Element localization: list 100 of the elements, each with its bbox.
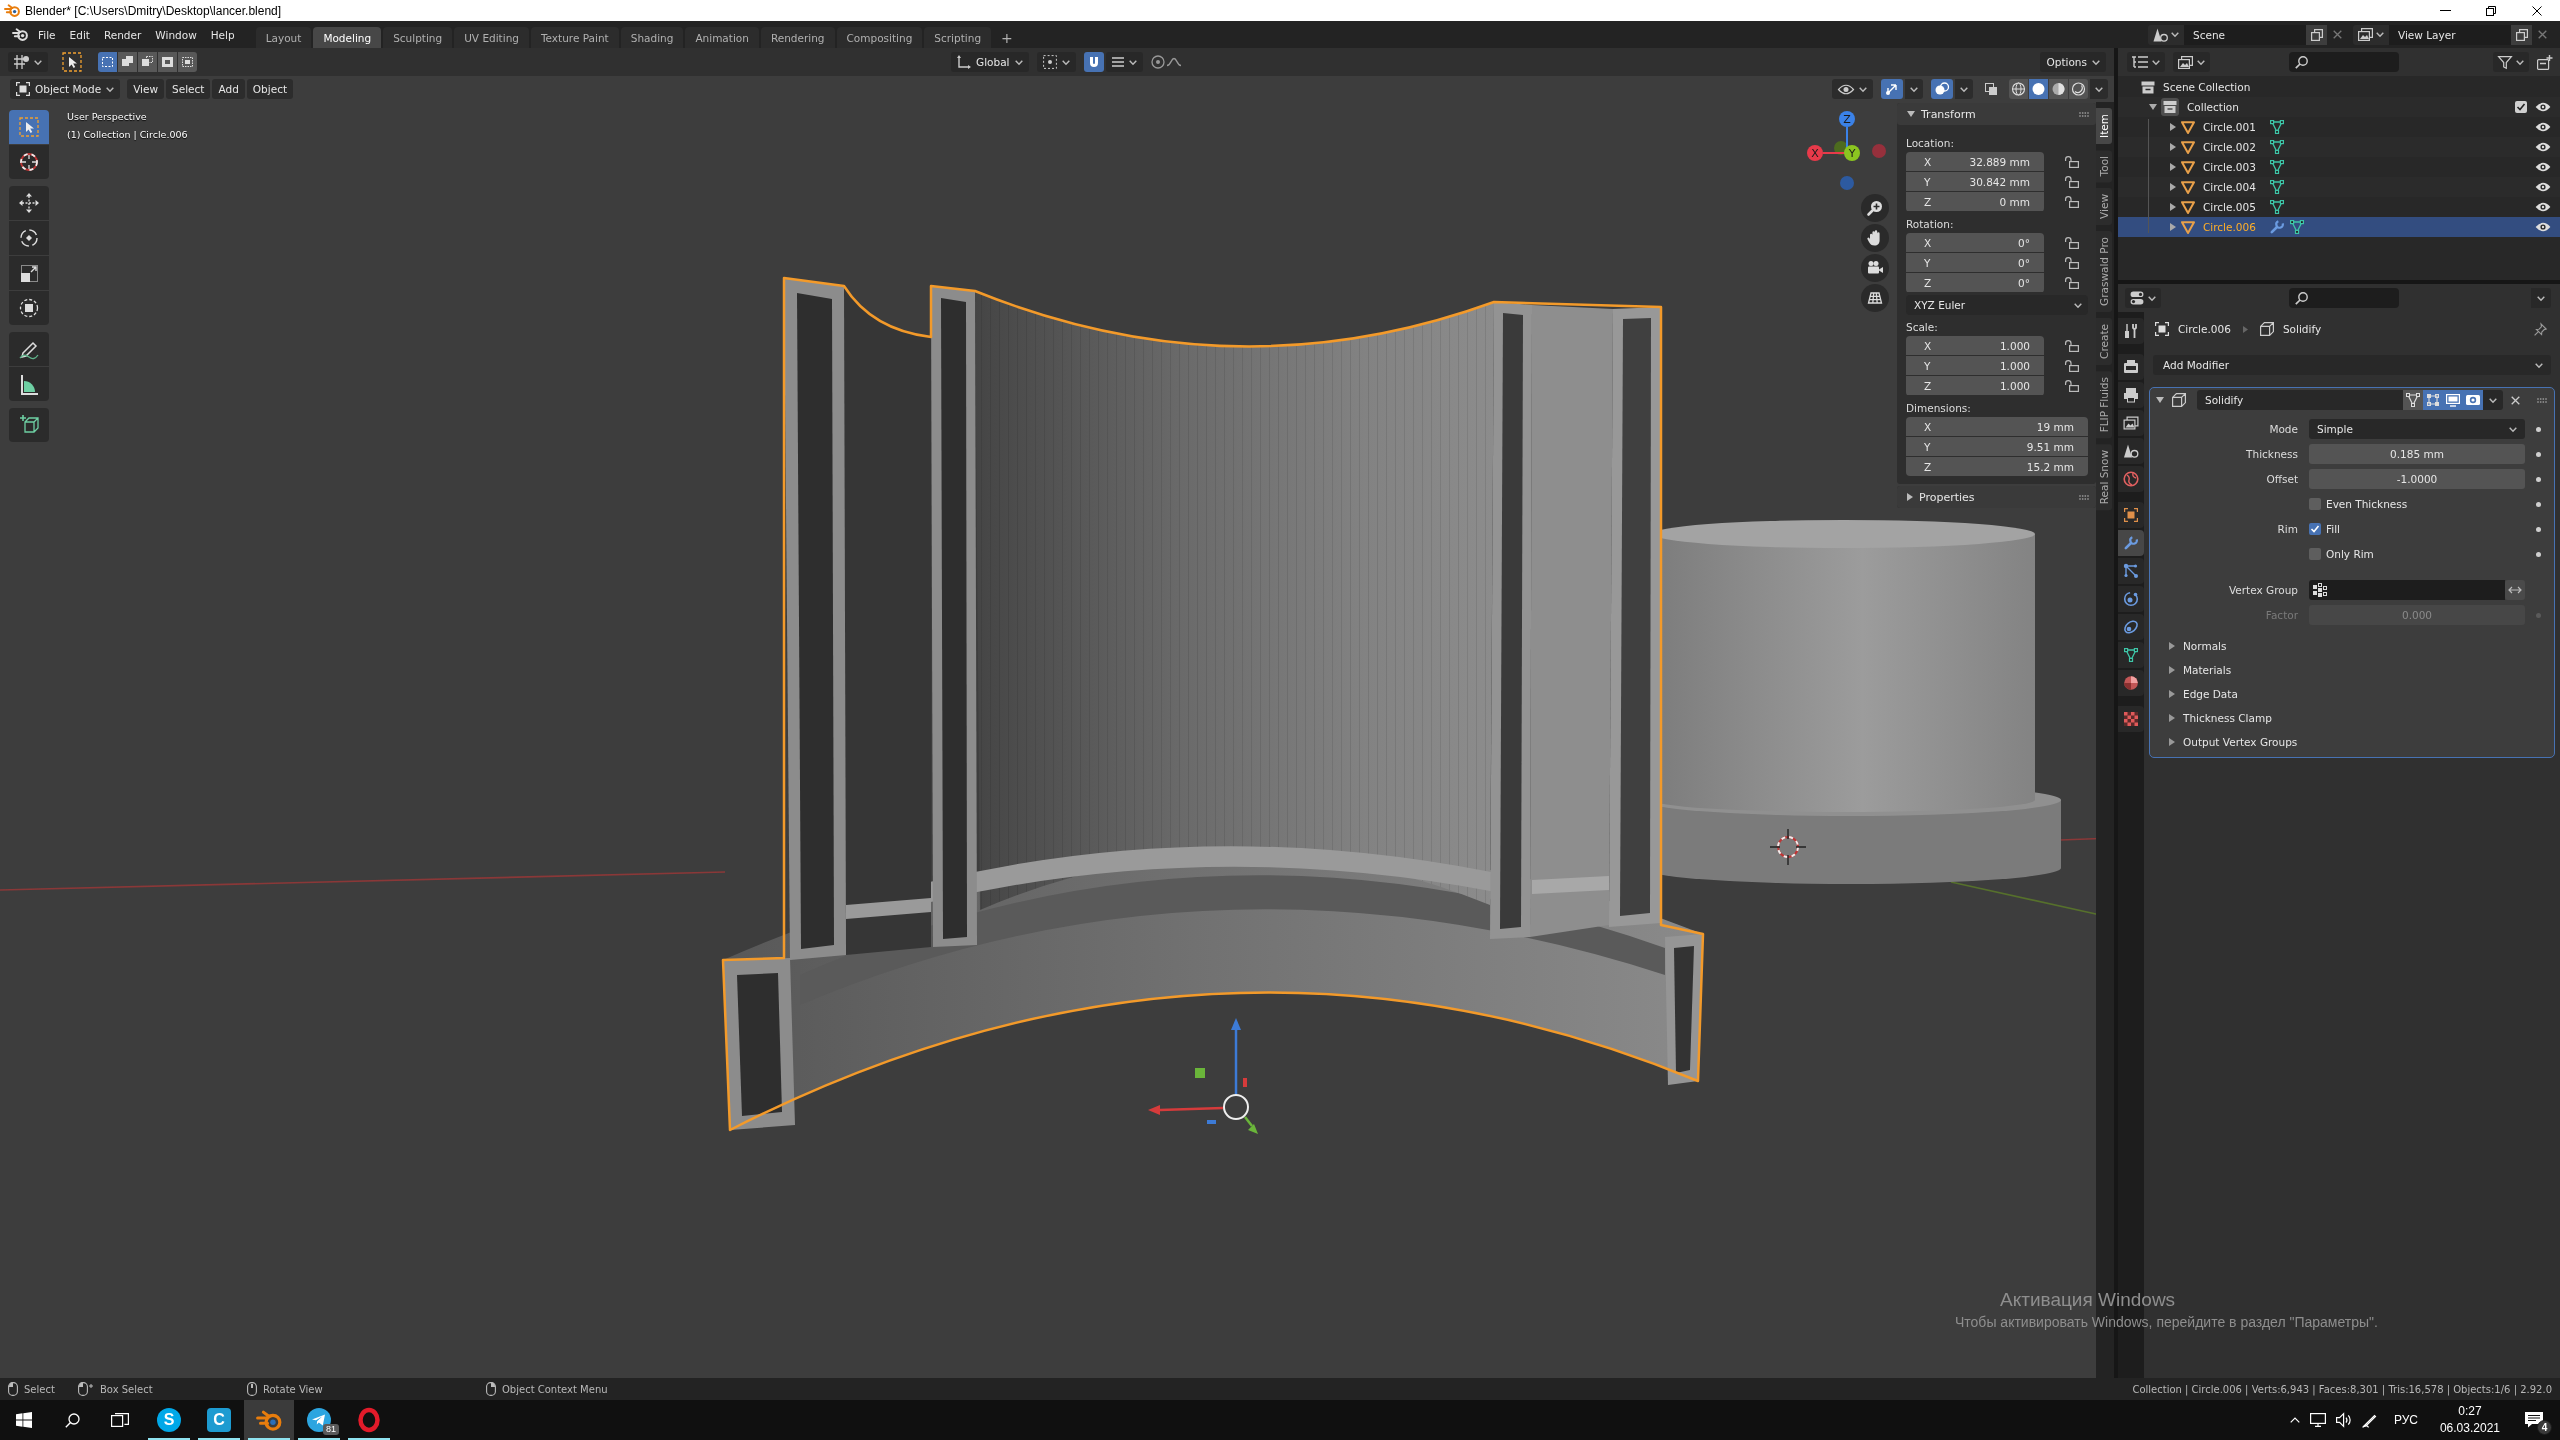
- selection-mode-icon[interactable]: [98, 52, 117, 72]
- dashed-box-cursor-icon[interactable]: [62, 52, 82, 72]
- number-field[interactable]: -1.0000: [2309, 469, 2525, 489]
- mode-dropdown[interactable]: Object Mode: [10, 79, 121, 99]
- unlocked-padlock-icon[interactable]: [2065, 380, 2079, 392]
- disclosure-triangle-icon[interactable]: [2170, 123, 2176, 131]
- sidebar-tab[interactable]: View: [2096, 188, 2112, 226]
- selection-mode-icon[interactable]: [118, 52, 137, 72]
- menu-item[interactable]: Render: [96, 24, 149, 45]
- eye-icon[interactable]: [2535, 202, 2551, 212]
- unlocked-padlock-icon[interactable]: [2065, 176, 2079, 188]
- workspace-tab[interactable]: Texture Paint: [530, 27, 619, 48]
- disclosure-triangle-icon[interactable]: [2149, 104, 2157, 110]
- sidebar-tab[interactable]: Tool: [2096, 149, 2112, 183]
- workspace-tab[interactable]: Scripting: [924, 27, 992, 48]
- number-field[interactable]: Z 1.000: [1906, 376, 2044, 395]
- selection-mode-icon[interactable]: [178, 52, 197, 72]
- options-dropdown[interactable]: [2531, 288, 2551, 308]
- proportional-edit-icon[interactable]: [1150, 55, 1165, 69]
- decorator-dot-icon[interactable]: [2536, 501, 2541, 507]
- monitor-icon[interactable]: [2443, 390, 2463, 410]
- properties-tab[interactable]: [2118, 318, 2144, 344]
- number-field[interactable]: X 1.000: [1906, 336, 2044, 355]
- disclosure-triangle-icon[interactable]: [2169, 714, 2175, 722]
- rendered-sphere-icon[interactable]: [2069, 79, 2088, 99]
- add-modifier-dropdown[interactable]: Add Modifier: [2153, 355, 2551, 375]
- workspace-tab[interactable]: Layout: [255, 27, 312, 48]
- unlocked-padlock-icon[interactable]: [2065, 156, 2079, 168]
- number-field[interactable]: X 32.889 mm: [1906, 152, 2044, 171]
- eye-icon[interactable]: [2535, 122, 2551, 132]
- subpanel-header[interactable]: Normals: [2150, 636, 2554, 656]
- disclosure-triangle-icon[interactable]: [2169, 738, 2175, 746]
- ruler-icon[interactable]: [9, 367, 49, 401]
- crosshair-cursor-icon[interactable]: [9, 145, 49, 179]
- workspace-tab[interactable]: Sculpting: [383, 27, 453, 48]
- modifier-menu-dropdown[interactable]: [2483, 390, 2503, 410]
- properties-tab[interactable]: [2118, 558, 2144, 584]
- snap-element-dropdown[interactable]: [1105, 52, 1143, 72]
- properties-tab[interactable]: [2118, 706, 2144, 732]
- disclosure-triangle-icon[interactable]: [2156, 397, 2164, 403]
- panel-header[interactable]: Properties: [1897, 486, 2096, 508]
- editor-type-button[interactable]: [2127, 52, 2165, 72]
- sidebar-tab[interactable]: Item: [2096, 108, 2112, 144]
- vertex-group-field[interactable]: [2309, 580, 2505, 600]
- negative-x-axis-handle[interactable]: [1872, 144, 1886, 158]
- properties-tab[interactable]: [2118, 354, 2144, 380]
- filter-dropdown[interactable]: [2493, 52, 2529, 72]
- properties-tab[interactable]: [2118, 642, 2144, 668]
- new-collection-icon[interactable]: [2537, 54, 2553, 70]
- workspace-tab[interactable]: UV Editing: [454, 27, 529, 48]
- workspace-tab[interactable]: Modeling: [313, 27, 382, 48]
- properties-tab[interactable]: [2118, 410, 2144, 436]
- number-field[interactable]: Z 0 mm: [1906, 192, 2044, 211]
- pin-icon[interactable]: [2534, 322, 2547, 336]
- search-icon[interactable]: [64, 1412, 80, 1428]
- eye-icon[interactable]: [2535, 222, 2551, 232]
- menu-item[interactable]: Select: [166, 79, 211, 99]
- edit-vertices-icon[interactable]: [2423, 390, 2443, 410]
- eye-icon[interactable]: [2535, 142, 2551, 152]
- add-workspace-button[interactable]: +: [993, 27, 1021, 48]
- pivot-point-dropdown[interactable]: [1036, 52, 1076, 72]
- editor-type-button[interactable]: [8, 52, 48, 72]
- object-visibility-dropdown[interactable]: [1832, 79, 1873, 99]
- properties-tab[interactable]: [2118, 586, 2144, 612]
- view-layer-name-field[interactable]: View Layer: [2389, 24, 2511, 45]
- network-monitor-icon[interactable]: [2309, 1413, 2326, 1427]
- number-field[interactable]: Z 0°: [1906, 273, 2044, 292]
- properties-tab[interactable]: [2118, 614, 2144, 640]
- disclosure-triangle-icon[interactable]: [2169, 690, 2175, 698]
- notification-icon[interactable]: [2525, 1412, 2543, 1428]
- falloff-curve-icon[interactable]: [1166, 58, 1181, 66]
- menu-item[interactable]: Object: [246, 79, 294, 99]
- menu-item[interactable]: View: [127, 79, 165, 99]
- disclosure-triangle-icon[interactable]: [2170, 223, 2176, 231]
- unlocked-padlock-icon[interactable]: [2065, 360, 2079, 372]
- disclosure-triangle-icon[interactable]: [2169, 642, 2175, 650]
- number-field[interactable]: X 0°: [1906, 233, 2044, 252]
- number-field[interactable]: Y 30.842 mm: [1906, 172, 2044, 191]
- scale-box-icon[interactable]: [9, 256, 49, 290]
- duplicate-button[interactable]: [2511, 24, 2532, 45]
- number-field[interactable]: Y 0°: [1906, 253, 2044, 272]
- checkbox-label[interactable]: Even Thickness: [2326, 498, 2408, 510]
- transform-gizmo-drawing[interactable]: [1148, 1018, 1258, 1134]
- camera-icon[interactable]: [1861, 254, 1889, 282]
- panel-header[interactable]: Transform: [1897, 103, 2096, 125]
- properties-tab[interactable]: [2118, 670, 2144, 696]
- menu-item[interactable]: File: [31, 24, 63, 45]
- workspace-tab[interactable]: Animation: [685, 27, 759, 48]
- display-mode-dropdown[interactable]: [2173, 52, 2210, 72]
- decorator-dot-icon[interactable]: [2536, 551, 2541, 557]
- sidebar-tab[interactable]: Graswald Pro: [2096, 231, 2112, 313]
- unlocked-padlock-icon[interactable]: [2065, 257, 2079, 269]
- disclosure-triangle-icon[interactable]: [1907, 111, 1915, 117]
- number-field[interactable]: X 19 mm: [1906, 417, 2088, 436]
- grid-icon[interactable]: [1861, 284, 1889, 312]
- clock-time[interactable]: 0:27: [2458, 1403, 2482, 1420]
- orbit-logo-icon[interactable]: [12, 28, 28, 41]
- speaker-icon[interactable]: [2335, 1413, 2352, 1427]
- zoom-in-icon[interactable]: [1861, 194, 1889, 222]
- input-language-indicator[interactable]: РУС: [2393, 1413, 2418, 1427]
